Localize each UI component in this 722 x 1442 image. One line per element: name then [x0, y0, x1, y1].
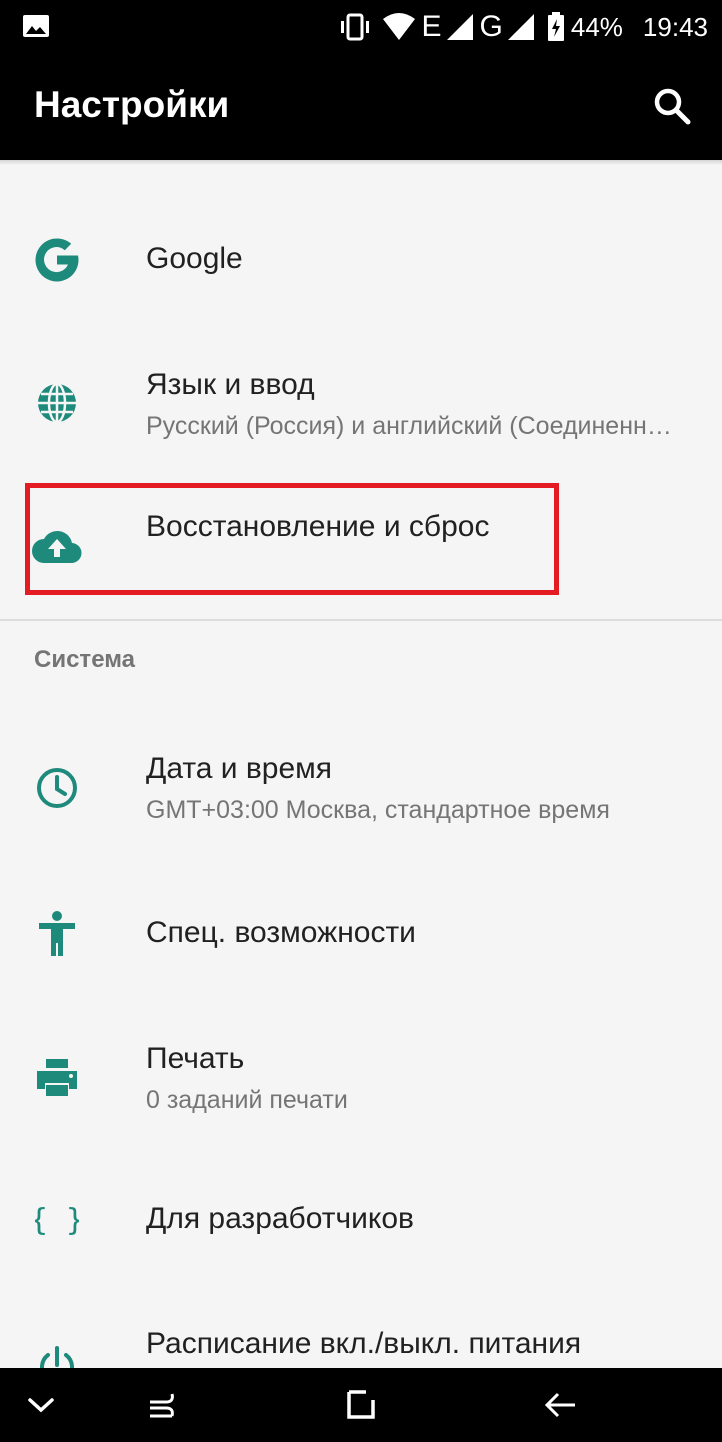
settings-item-language-input[interactable]: Язык и ввод Русский (Россия) и английски…: [0, 340, 722, 470]
network-type-2: G: [479, 10, 503, 43]
settings-item-title: Для разработчиков: [146, 1202, 414, 1235]
svg-text:{ }: { }: [35, 1203, 79, 1238]
navigation-bar: [0, 1368, 722, 1442]
google-icon: [30, 233, 84, 287]
app-bar-shadow: [0, 160, 722, 165]
settings-item-date-time[interactable]: Дата и время GMT+03:00 Москва, стандартн…: [0, 720, 722, 860]
status-icons: E G 44% 19:43: [338, 8, 708, 46]
braces-icon: { }: [30, 1192, 84, 1246]
chevron-down-icon[interactable]: [20, 1384, 62, 1426]
settings-item-google[interactable]: Google: [0, 196, 722, 326]
settings-item-developer-options[interactable]: { } Для разработчиков: [0, 1160, 722, 1280]
app-bar: Настройки: [0, 54, 722, 160]
highlight-box: [25, 483, 559, 595]
home-icon[interactable]: [340, 1384, 382, 1426]
recents-icon[interactable]: [140, 1384, 182, 1426]
settings-item-title: Спец. возможности: [146, 916, 416, 949]
globe-icon: [30, 376, 84, 430]
settings-item-accessibility[interactable]: Спец. возможности: [0, 870, 722, 1000]
battery-charging-icon: [547, 12, 565, 42]
settings-item-printing[interactable]: Печать 0 заданий печати: [0, 1010, 722, 1150]
settings-item-subtitle: Русский (Россия) и английский (Соединенн…: [146, 412, 682, 440]
section-divider: [0, 619, 722, 621]
power-icon: [30, 1338, 84, 1368]
signal-icon: [507, 13, 535, 41]
network-type-1: E: [421, 10, 442, 43]
section-header-system: Система: [34, 646, 136, 673]
signal-icon: [446, 13, 474, 41]
clock-time: 19:43: [642, 11, 708, 42]
settings-item-title: Печать: [146, 1042, 245, 1075]
printer-icon: [30, 1050, 84, 1104]
clock-icon: [30, 761, 84, 815]
vibrate-icon: [338, 13, 372, 41]
wifi-icon: [382, 13, 416, 41]
search-icon[interactable]: [652, 86, 692, 131]
settings-item-power-schedule[interactable]: Расписание вкл./выкл. питания: [0, 1300, 722, 1368]
settings-item-subtitle: 0 заданий печати: [146, 1086, 348, 1114]
settings-item-title: Расписание вкл./выкл. питания: [146, 1327, 582, 1360]
page-title: Настройки: [34, 84, 230, 125]
battery-percent: 44%: [570, 11, 623, 42]
settings-item-title: Google: [146, 242, 243, 275]
status-bar: E G 44% 19:43: [0, 0, 722, 54]
gallery-icon: [22, 14, 50, 43]
settings-item-title: Язык и ввод: [146, 368, 315, 401]
settings-item-title: Дата и время: [146, 752, 333, 785]
settings-item-subtitle: GMT+03:00 Москва, стандартное время: [146, 796, 610, 824]
accessibility-icon: [30, 907, 84, 961]
back-icon[interactable]: [540, 1384, 582, 1426]
